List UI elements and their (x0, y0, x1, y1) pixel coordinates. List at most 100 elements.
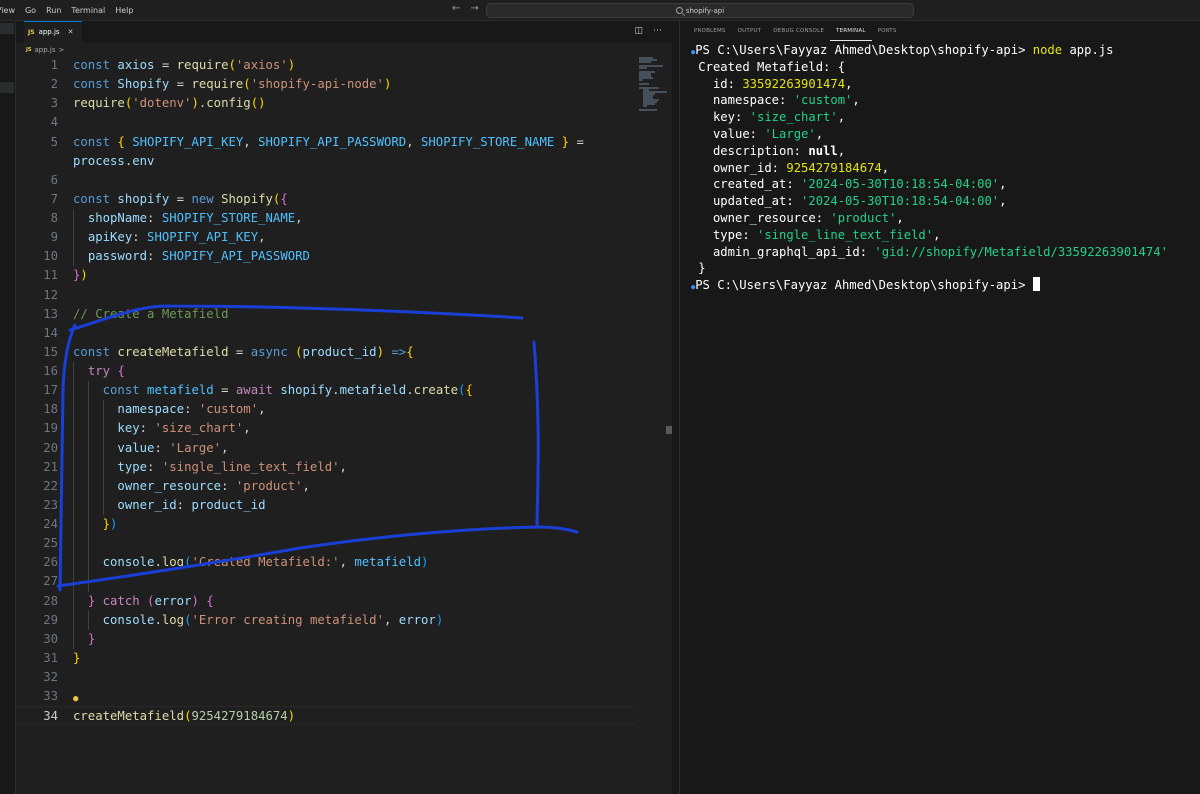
code-line[interactable]: 17 const metafield = await shopify.metaf… (16, 381, 636, 401)
code-line[interactable]: 18 namespace: 'custom', (16, 400, 636, 420)
code-line[interactable]: 32 (16, 668, 636, 687)
code-token: shopify (117, 191, 177, 206)
code-line[interactable]: 29 console.log('Error creating metafield… (16, 610, 636, 630)
code-line[interactable]: 21 type: 'single_line_text_field', (16, 457, 636, 477)
code-token: metafield (354, 555, 422, 570)
minimap[interactable] (639, 57, 669, 117)
code-line[interactable]: process.env (16, 152, 636, 171)
terminal-token: key: (698, 110, 750, 125)
menu-go[interactable]: Go (20, 0, 41, 21)
line-number: 5 (50, 134, 58, 149)
code-text: }) (73, 266, 88, 285)
terminal-token: app.js (1069, 43, 1114, 57)
code-text: } catch (error) { (73, 592, 214, 611)
line-number: 25 (43, 536, 58, 551)
code-token: SHOPIFY_API_KEY (147, 230, 259, 245)
terminal-token: namespace: (698, 93, 794, 108)
terminal-line: key: 'size_chart', (691, 109, 1168, 126)
editor-area: JS app.js ✕ ◫ ⋯ JS app.js > 1 const axios… (16, 21, 672, 794)
terminal-token: 'product' (830, 210, 897, 225)
more-actions-icon[interactable]: ⋯ (653, 26, 662, 36)
tab-output[interactable]: OUTPUT (732, 21, 768, 41)
code-line[interactable]: 8 shopName: SHOPIFY_STORE_NAME, (16, 209, 636, 229)
tab-app-js[interactable]: JS app.js ✕ (24, 21, 82, 42)
menu-help[interactable]: Help (110, 0, 138, 21)
code-line[interactable]: 2 const Shopify = require('shopify-api-no… (16, 75, 636, 94)
code-line[interactable]: 22 owner_resource: 'product', (16, 476, 636, 496)
code-text: const { SHOPIFY_API_KEY, SHOPIFY_API_PAS… (73, 133, 584, 152)
code-line[interactable]: 6 (16, 171, 636, 190)
code-line[interactable]: 31} (16, 649, 636, 668)
code-line[interactable]: 11}) (16, 266, 636, 285)
minimap-line (643, 105, 647, 107)
code-line[interactable]: 24 }) (16, 515, 636, 535)
terminal-token: , (852, 93, 860, 108)
code-token: . (154, 612, 162, 627)
code-token: value (117, 440, 155, 455)
menu-terminal[interactable]: Terminal (66, 0, 110, 21)
breadcrumb-file[interactable]: app.js (34, 46, 55, 54)
line-number: 8 (50, 211, 58, 225)
menu-run[interactable]: Run (41, 0, 66, 21)
code-line[interactable]: 7 const shopify = new Shopify({ (16, 190, 636, 209)
code-line[interactable]: 28 } catch (error) { (16, 591, 636, 611)
code-line[interactable]: 14 (16, 324, 636, 343)
code-line[interactable]: 1 const axios = require('axios') (16, 56, 636, 75)
code-line[interactable]: 16 try { (16, 362, 636, 382)
tab-terminal[interactable]: TERMINAL (830, 22, 872, 41)
activity-item-icon[interactable] (0, 82, 14, 93)
code-line[interactable]: 15 const createMetafield = async (product… (16, 343, 636, 362)
line-number: 20 (43, 440, 58, 455)
code-token: 'dotenv' (132, 96, 192, 111)
code-line[interactable]: 25 (16, 534, 636, 554)
code-line[interactable]: 19 key: 'size_chart', (16, 419, 636, 439)
code-text: namespace: 'custom', (73, 400, 265, 419)
menu-view[interactable]: View (0, 0, 20, 21)
code-line[interactable]: 10 password: SHOPIFY_API_PASSWORD (16, 247, 636, 267)
terminal-token: node (1032, 43, 1070, 57)
line-number: 4 (50, 115, 58, 130)
code-editor[interactable]: 1 const axios = require('axios') 2 const Sh… (16, 56, 636, 726)
code-text: } (73, 630, 95, 649)
code-line[interactable]: 3 require('dotenv').config() (16, 94, 636, 113)
tab-debug-console[interactable]: DEBUG CONSOLE (767, 21, 830, 41)
code-token: 9254279184674 (191, 709, 288, 724)
code-line[interactable]: 33 ● (16, 687, 636, 706)
tab-ports[interactable]: PORTS (872, 21, 903, 41)
code-token: : (147, 249, 162, 264)
code-line[interactable]: 9 apiKey: SHOPIFY_API_KEY, (16, 228, 636, 248)
code-line[interactable]: 34 createMetafield(9254279184674) (16, 706, 636, 726)
close-icon[interactable]: ✕ (68, 28, 74, 36)
code-line[interactable]: 20 value: 'Large', (16, 438, 636, 458)
code-line[interactable]: 13 // Create a Metafield (16, 305, 636, 324)
editor-scrollbar[interactable] (666, 426, 672, 434)
code-line[interactable]: 23 owner_id: product_id (16, 495, 636, 515)
line-number: 28 (43, 593, 58, 608)
code-line[interactable]: 4 (16, 113, 636, 132)
code-line[interactable]: 12 (16, 286, 636, 305)
code-token: ( (243, 77, 251, 92)
tab-problems[interactable]: PROBLEMS (688, 21, 732, 41)
command-center-search[interactable]: shopify-api (486, 3, 914, 18)
explorer-icon[interactable] (0, 23, 14, 34)
terminal-output[interactable]: ●PS C:\Users\Fayyaz Ahmed\Desktop\shopif… (691, 42, 1168, 294)
split-editor-icon[interactable]: ◫ (634, 26, 643, 36)
terminal-line: } (691, 260, 1168, 277)
line-number: 16 (43, 364, 58, 378)
code-line[interactable]: 30 } (16, 629, 636, 649)
code-line[interactable]: 26 console.log('Created Metafield:', met… (16, 553, 636, 573)
code-text: }) (73, 515, 118, 534)
code-token: const (73, 344, 118, 359)
terminal-line: namespace: 'custom', (691, 92, 1168, 109)
terminal-line: ●PS C:\Users\Fayyaz Ahmed\Desktop\shopif… (691, 277, 1168, 294)
back-arrow-icon[interactable]: ← (452, 3, 460, 14)
code-line[interactable]: 5 const { SHOPIFY_API_KEY, SHOPIFY_API_PA… (16, 133, 636, 152)
forward-arrow-icon[interactable]: → (470, 3, 478, 14)
code-line[interactable]: 27 (16, 572, 636, 592)
code-token: = (176, 77, 192, 92)
minimap-line (639, 83, 649, 85)
